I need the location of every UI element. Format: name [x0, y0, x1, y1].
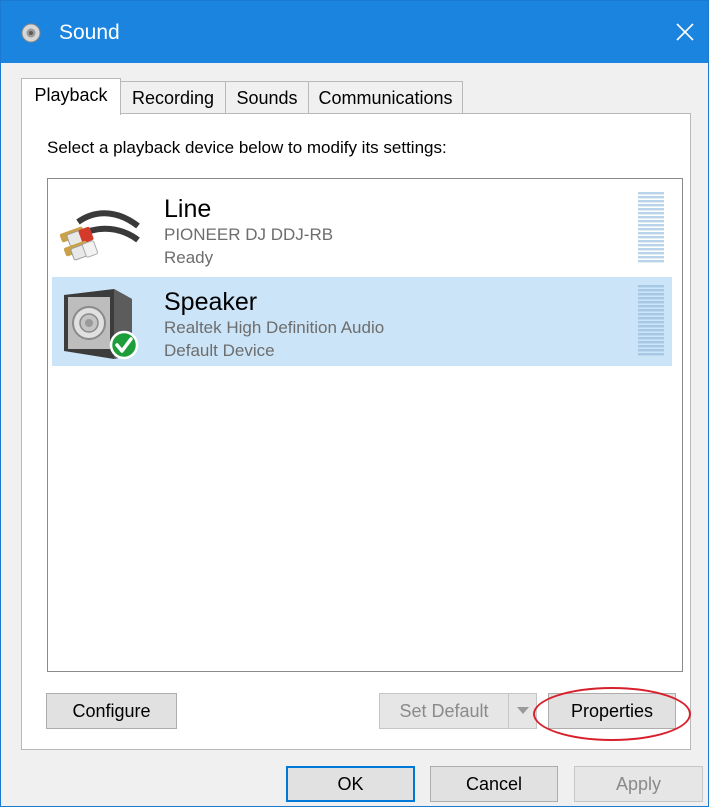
configure-button[interactable]: Configure [46, 693, 177, 729]
title-bar[interactable]: Sound [1, 1, 708, 63]
apply-button[interactable]: Apply [574, 766, 703, 802]
speaker-app-icon [21, 23, 41, 43]
set-default-button[interactable]: Set Default [379, 693, 509, 729]
tab-sounds[interactable]: Sounds [225, 81, 309, 114]
tab-recording[interactable]: Recording [120, 81, 226, 114]
device-status: Default Device [164, 341, 275, 360]
annotation-circle [533, 687, 691, 741]
device-name: Speaker [164, 288, 258, 316]
volume-meter-icon [638, 192, 664, 263]
device-list[interactable]: Line PIONEER DJ DDJ-RB Ready Speaker Rea… [47, 178, 683, 672]
set-default-split-button[interactable]: Set Default [379, 693, 537, 729]
speaker-icon [64, 289, 139, 360]
chevron-down-icon [516, 707, 529, 714]
rca-cable-icon [59, 210, 140, 261]
volume-meter-icon [638, 285, 664, 356]
tab-communications[interactable]: Communications [308, 81, 463, 114]
device-speaker[interactable]: Speaker Realtek High Definition Audio De… [52, 277, 672, 366]
close-icon [676, 23, 694, 41]
tab-playback[interactable]: Playback [21, 78, 121, 115]
ok-button[interactable]: OK [286, 766, 415, 802]
device-status: Ready [164, 248, 214, 267]
device-line[interactable]: Line PIONEER DJ DDJ-RB Ready [52, 184, 672, 273]
instruction-text: Select a playback device below to modify… [47, 138, 447, 157]
device-description: PIONEER DJ DDJ-RB [164, 225, 334, 244]
sound-dialog: Sound Playback Recording Sounds Communic… [0, 0, 709, 807]
window-title: Sound [59, 21, 120, 44]
device-name: Line [164, 195, 212, 223]
cancel-button[interactable]: Cancel [430, 766, 558, 802]
device-description: Realtek High Definition Audio [164, 318, 385, 337]
close-button[interactable] [662, 1, 708, 63]
playback-panel: Select a playback device below to modify… [21, 113, 691, 750]
